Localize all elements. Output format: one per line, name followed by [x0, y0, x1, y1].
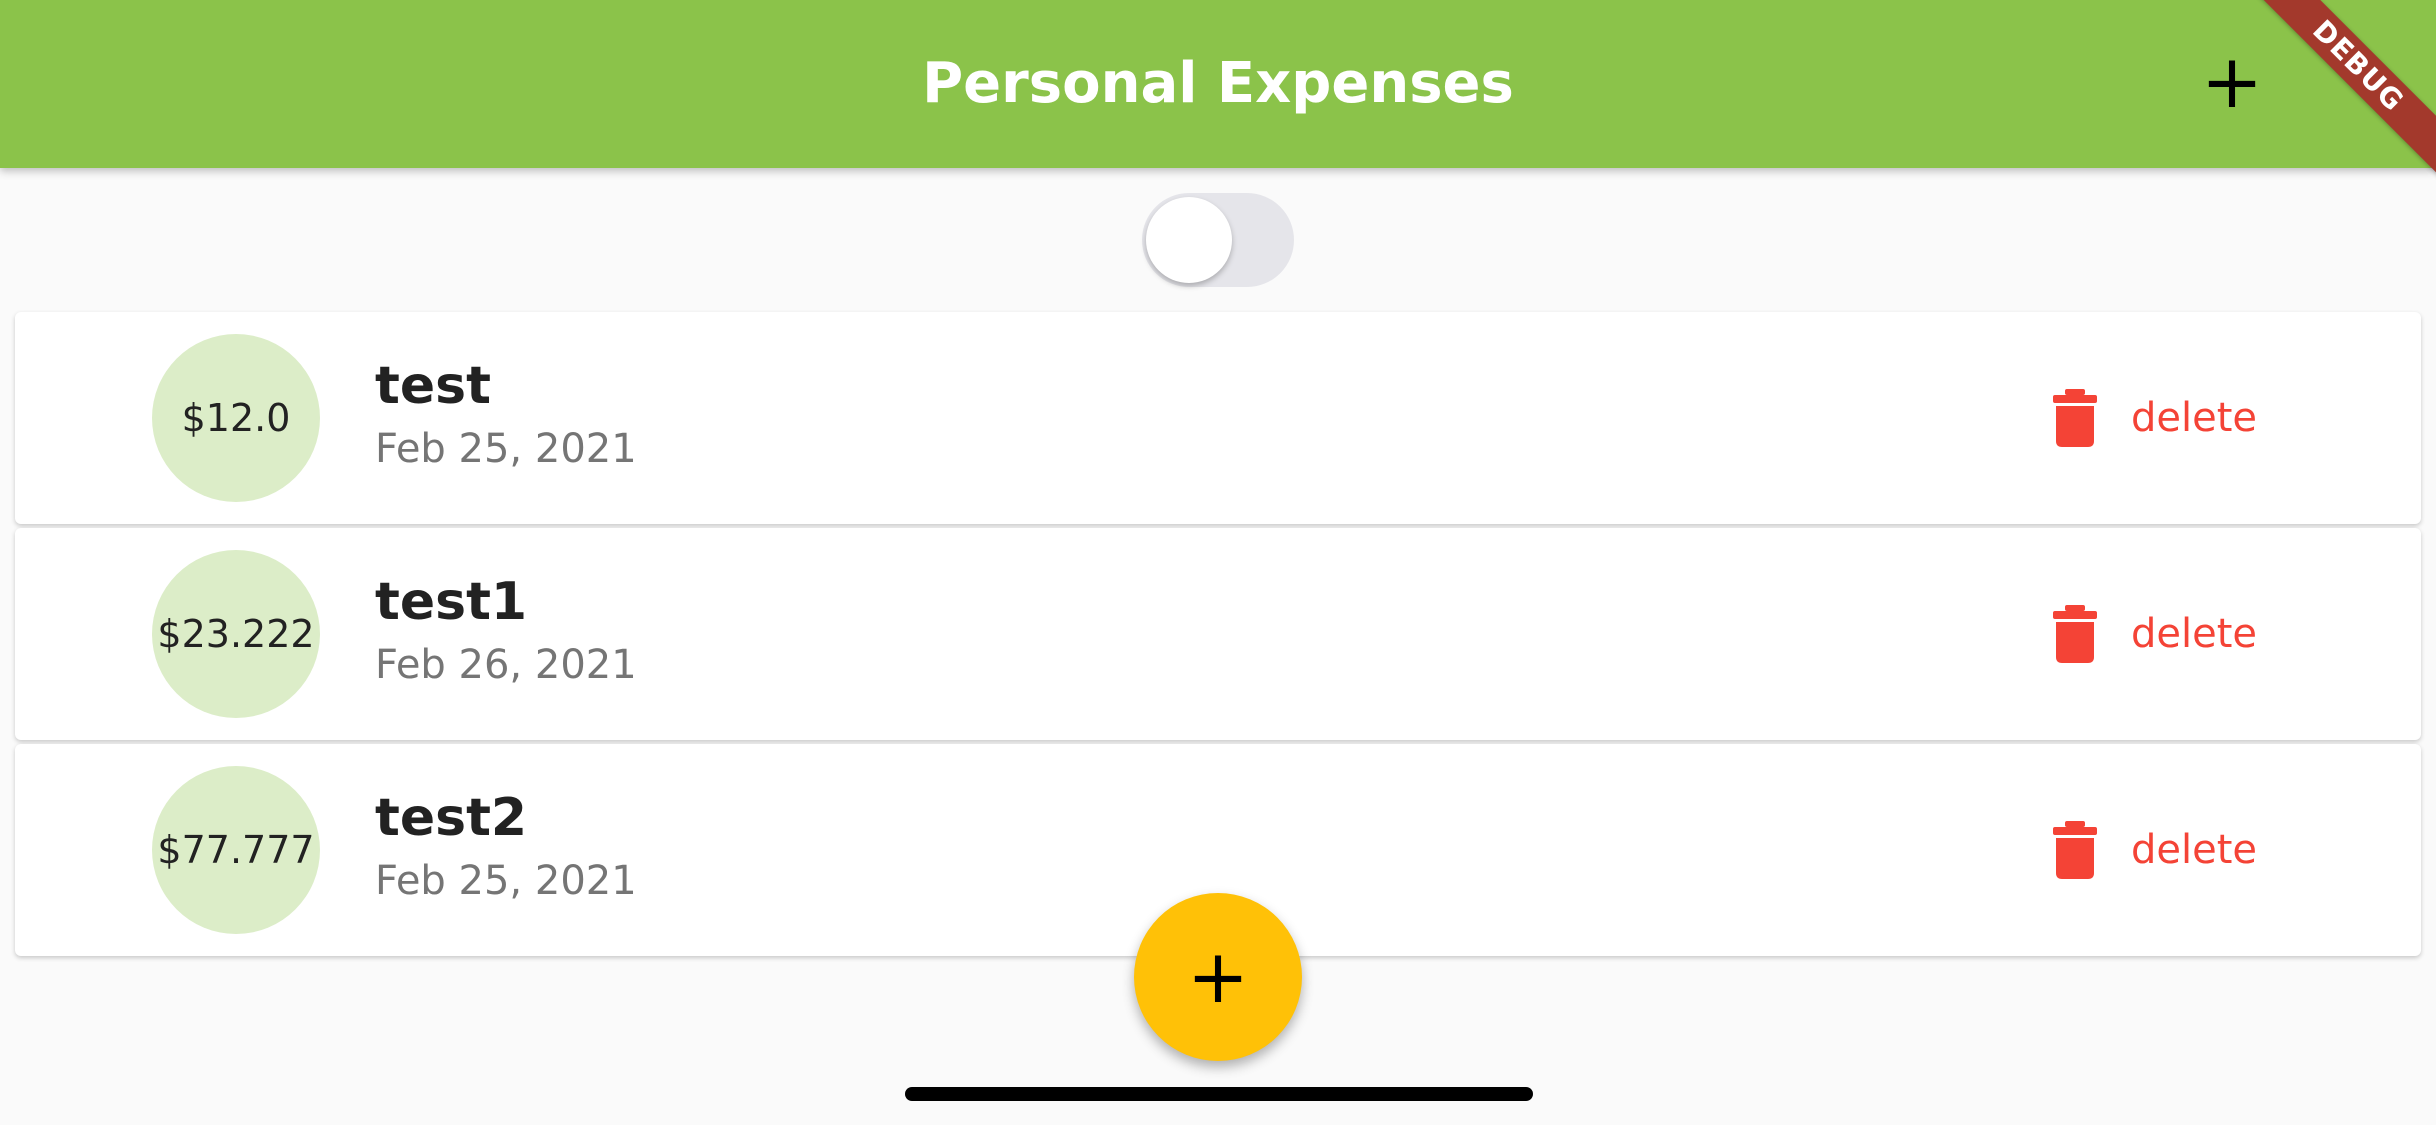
delete-button[interactable]: delete	[2035, 600, 2265, 668]
transaction-date: Feb 25, 2021	[375, 426, 637, 472]
plus-icon: +	[2200, 39, 2263, 125]
delete-button[interactable]: delete	[2035, 384, 2265, 452]
amount-avatar: $77.777	[152, 766, 320, 934]
app-bar: Personal Expenses +	[0, 0, 2436, 168]
transaction-title: test1	[375, 572, 528, 632]
amount-avatar: $12.0	[152, 334, 320, 502]
show-chart-switch[interactable]	[1142, 193, 1294, 287]
trash-icon	[2053, 821, 2097, 879]
transaction-title: test2	[375, 788, 528, 848]
transaction-card: $23.222 test1 Feb 26, 2021 delete	[15, 528, 2421, 740]
delete-label: delete	[2131, 827, 2258, 873]
add-transaction-button[interactable]: +	[2200, 45, 2264, 119]
plus-icon: +	[1186, 934, 1249, 1020]
trash-icon	[2053, 605, 2097, 663]
delete-button[interactable]: delete	[2035, 816, 2265, 884]
amount-text: $77.777	[157, 828, 315, 872]
transaction-date: Feb 25, 2021	[375, 858, 637, 904]
trash-icon	[2053, 389, 2097, 447]
amount-text: $23.222	[157, 612, 315, 656]
app-screen: Personal Expenses + DEBUG $12.0 test Feb…	[0, 0, 2436, 1125]
add-transaction-fab[interactable]: +	[1134, 893, 1302, 1061]
amount-avatar: $23.222	[152, 550, 320, 718]
switch-thumb	[1146, 197, 1232, 283]
page-title: Personal Expenses	[922, 51, 1514, 116]
transaction-title: test	[375, 356, 491, 416]
transaction-card: $12.0 test Feb 25, 2021 delete	[15, 312, 2421, 524]
delete-label: delete	[2131, 395, 2258, 441]
home-indicator	[905, 1087, 1533, 1101]
amount-text: $12.0	[181, 396, 291, 440]
delete-label: delete	[2131, 611, 2258, 657]
transaction-date: Feb 26, 2021	[375, 642, 637, 688]
